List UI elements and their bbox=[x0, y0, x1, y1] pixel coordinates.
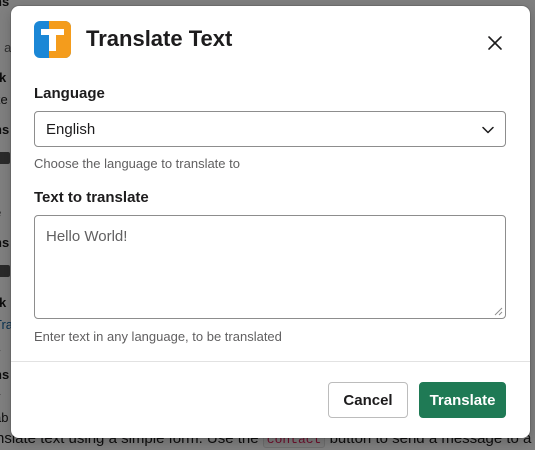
app-icon bbox=[34, 21, 71, 58]
modal-title: Translate Text bbox=[86, 26, 233, 51]
language-hint: Choose the language to translate to bbox=[34, 156, 240, 171]
language-select[interactable]: English bbox=[34, 111, 506, 147]
text-to-translate-value: Hello World! bbox=[46, 228, 128, 245]
close-button[interactable] bbox=[481, 29, 509, 57]
translate-button[interactable]: Translate bbox=[419, 382, 506, 418]
translate-modal: Translate Text Language English Choose t… bbox=[11, 6, 530, 438]
modal-header: Translate Text bbox=[11, 6, 530, 76]
language-label: Language bbox=[34, 85, 105, 102]
resize-grip-icon[interactable] bbox=[494, 307, 503, 316]
close-icon bbox=[488, 36, 502, 50]
text-hint: Enter text in any language, to be transl… bbox=[34, 329, 282, 344]
text-label: Text to translate bbox=[34, 189, 149, 206]
cancel-button[interactable]: Cancel bbox=[328, 382, 408, 418]
footer-divider bbox=[11, 361, 530, 362]
language-select-value: English bbox=[46, 121, 96, 138]
text-to-translate-input[interactable]: Hello World! bbox=[34, 215, 506, 319]
chevron-down-icon bbox=[482, 126, 494, 134]
